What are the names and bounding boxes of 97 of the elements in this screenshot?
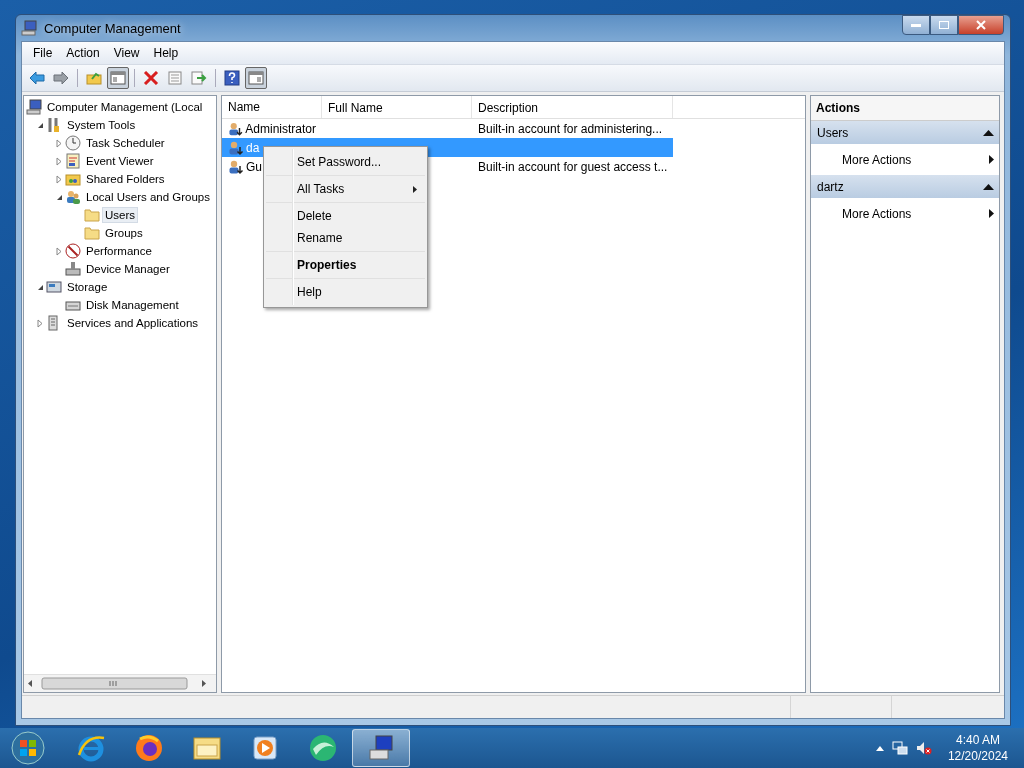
section-title: Users xyxy=(817,125,849,140)
action-link[interactable]: More Actions xyxy=(811,198,999,229)
computer-icon xyxy=(26,99,42,115)
user-icon xyxy=(228,120,244,137)
back-arrow-icon xyxy=(29,71,45,85)
tree-item[interactable]: Performance xyxy=(83,243,155,259)
close-icon xyxy=(976,20,986,30)
tree-item[interactable]: Users xyxy=(102,207,139,223)
folder-icon xyxy=(84,207,100,223)
computer-icon xyxy=(366,733,396,763)
properties-sheet-icon xyxy=(167,71,183,85)
tree-item[interactable]: Services and Applications xyxy=(64,315,202,331)
tree-item[interactable]: Device Manager xyxy=(83,261,173,277)
tree-item[interactable]: Computer Management (Local xyxy=(44,99,206,115)
tree-item[interactable]: System Tools xyxy=(64,117,139,133)
delete-x-icon xyxy=(143,71,159,85)
tree-item[interactable]: Task Scheduler xyxy=(83,135,168,151)
maximize-button[interactable] xyxy=(930,15,958,35)
action-pane-icon xyxy=(248,71,264,85)
menu-item[interactable]: Help xyxy=(266,281,425,303)
expanded-triangle-icon[interactable] xyxy=(55,193,63,201)
tree-item[interactable]: Groups xyxy=(102,225,146,241)
menu-item[interactable]: View xyxy=(106,44,147,62)
menu-item[interactable]: Help xyxy=(146,44,186,62)
actions-title: Actions xyxy=(811,96,999,121)
user-name[interactable]: Administrator xyxy=(245,121,316,136)
shared-folder-icon xyxy=(65,171,81,187)
expanded-triangle-icon[interactable] xyxy=(36,121,44,129)
console-tree-icon xyxy=(110,71,126,85)
menu-item[interactable]: Action xyxy=(59,44,107,62)
clock-icon xyxy=(65,135,81,151)
menu-item[interactable]: All Tasks xyxy=(266,178,425,200)
close-button[interactable] xyxy=(958,15,1004,35)
maximize-icon xyxy=(939,21,949,29)
description: Built-in account for administering... xyxy=(478,121,663,136)
tree-item[interactable]: Local Users and Groups xyxy=(83,189,213,205)
muted-speaker-icon[interactable] xyxy=(915,740,932,756)
menu-item[interactable]: File xyxy=(26,44,60,62)
column-header[interactable]: Name xyxy=(222,96,322,118)
time: 4:40 AM xyxy=(955,732,1000,748)
menu-item[interactable]: Delete xyxy=(266,205,425,227)
menu-item[interactable]: Rename xyxy=(266,227,425,249)
start-button[interactable] xyxy=(8,729,48,767)
section-header[interactable]: dartz xyxy=(811,175,999,198)
export-list-icon xyxy=(191,71,207,85)
no-entry-gauge-icon xyxy=(65,243,81,259)
column-header[interactable]: Full Name xyxy=(322,96,472,118)
collapsed-triangle-icon[interactable] xyxy=(56,138,62,148)
tree-item[interactable]: Event Viewer xyxy=(83,153,157,169)
clock[interactable]: 4:40 AM 12/20/2024 xyxy=(947,732,1008,764)
user-icon xyxy=(228,139,244,156)
show-hidden-icons-icon[interactable] xyxy=(875,745,884,751)
play-icon xyxy=(250,733,280,763)
collapsed-triangle-icon[interactable] xyxy=(56,174,62,184)
users-icon xyxy=(65,189,81,205)
storage-icon xyxy=(46,279,62,295)
tree-item[interactable]: Storage xyxy=(64,279,111,295)
submenu-arrow-icon xyxy=(989,155,994,164)
taskbar-button[interactable] xyxy=(352,729,410,767)
section-header[interactable]: Users xyxy=(811,121,999,144)
swirl-orb-icon xyxy=(308,733,338,763)
help-icon xyxy=(224,70,240,86)
collapsed-triangle-icon[interactable] xyxy=(56,246,62,256)
submenu-arrow-icon xyxy=(989,209,994,218)
expanded-triangle-icon[interactable] xyxy=(36,283,44,291)
toolbar-button[interactable] xyxy=(245,67,267,89)
folder-up-icon xyxy=(86,71,102,85)
toolbar-button[interactable] xyxy=(107,67,129,89)
toolbar-button[interactable] xyxy=(221,67,243,89)
date: 12/20/2024 xyxy=(947,748,1008,764)
user-name[interactable]: Gu xyxy=(246,159,262,174)
tools-icon xyxy=(46,117,62,133)
collapse-triangle-icon[interactable] xyxy=(983,129,994,136)
forward-arrow-icon xyxy=(53,71,69,85)
menu-item[interactable]: Properties xyxy=(266,254,425,276)
event-viewer-icon xyxy=(65,153,81,169)
collapsed-triangle-icon[interactable] xyxy=(56,156,62,166)
user-icon xyxy=(228,158,244,175)
column-header[interactable]: Description xyxy=(472,96,673,118)
action-link[interactable]: More Actions xyxy=(811,144,999,175)
collapse-triangle-icon[interactable] xyxy=(983,183,994,190)
section-title: dartz xyxy=(817,179,844,194)
tree-item[interactable]: Disk Management xyxy=(83,297,182,313)
letter-e-icon xyxy=(76,733,106,763)
device-manager-icon xyxy=(65,261,81,277)
description: Built-in account for guest access t... xyxy=(478,159,668,174)
tree-item[interactable]: Shared Folders xyxy=(83,171,168,187)
collapsed-triangle-icon[interactable] xyxy=(37,318,43,328)
minimize-icon xyxy=(911,23,921,27)
start-orb-icon xyxy=(11,731,45,765)
minimize-button[interactable] xyxy=(902,15,930,35)
folder-icon xyxy=(84,225,100,241)
horizontal-scrollbar[interactable] xyxy=(24,674,216,692)
window-title: Computer Management xyxy=(44,20,181,36)
computer-icon xyxy=(21,20,37,36)
network-icon[interactable] xyxy=(891,740,908,756)
fox-globe-icon xyxy=(134,733,164,763)
